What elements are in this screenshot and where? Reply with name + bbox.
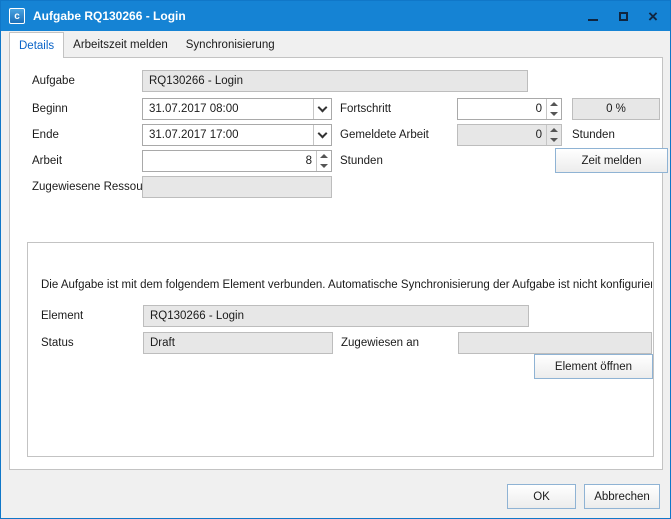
arbeit-value: 8 — [147, 151, 312, 171]
fortschritt-spinner-buttons — [546, 99, 561, 119]
arrow-up-icon — [550, 102, 558, 106]
ende-label: Ende — [32, 124, 59, 146]
tab-details[interactable]: Details — [9, 32, 64, 58]
task-dialog: c Aufgabe RQ130266 - Login × Details Arb… — [0, 0, 671, 519]
ende-dropdown-button[interactable] — [313, 125, 331, 145]
spinner-up-button[interactable] — [547, 99, 561, 109]
tab-arbeitszeit-melden[interactable]: Arbeitszeit melden — [64, 32, 177, 58]
ok-button[interactable]: OK — [507, 484, 576, 509]
arrow-up-icon — [320, 154, 328, 158]
gemeldete-arbeit-spinner-buttons — [546, 125, 561, 145]
gemeldete-arbeit-unit-label: Stunden — [572, 124, 615, 146]
spinner-down-button[interactable] — [317, 161, 331, 171]
aufgabe-label: Aufgabe — [32, 70, 75, 92]
maximize-button[interactable] — [608, 1, 638, 31]
arrow-up-icon — [550, 128, 558, 132]
zugewiesene-ressource-label: Zugewiesene Ressource — [32, 176, 159, 198]
spinner-down-button — [547, 135, 561, 145]
chevron-down-icon — [318, 128, 328, 138]
zugewiesen-an-label: Zugewiesen an — [341, 332, 419, 354]
element-label: Element — [41, 305, 83, 327]
close-icon: × — [648, 8, 658, 25]
gemeldete-arbeit-value: 0 — [462, 125, 542, 145]
app-icon: c — [9, 8, 25, 24]
window-controls: × — [578, 1, 668, 31]
minimize-button[interactable] — [578, 1, 608, 31]
minimize-icon — [588, 19, 598, 21]
zugewiesen-an-field — [458, 332, 652, 354]
tabbar: Details Arbeitszeit melden Synchronisier… — [9, 32, 284, 58]
details-panel: Aufgabe RQ130266 - Login Beginn 31.07.20… — [9, 57, 663, 470]
fortschritt-label: Fortschritt — [340, 98, 391, 120]
element-field: RQ130266 - Login — [143, 305, 529, 327]
arbeit-unit-label: Stunden — [340, 150, 383, 172]
beginn-label: Beginn — [32, 98, 68, 120]
aufgabe-field: RQ130266 - Login — [142, 70, 528, 92]
ende-datepicker[interactable]: 31.07.2017 17:00 — [142, 124, 332, 146]
spinner-up-button — [547, 125, 561, 135]
gemeldete-arbeit-label: Gemeldete Arbeit — [340, 124, 429, 146]
tab-synchronisierung[interactable]: Synchronisierung — [177, 32, 284, 58]
fortschritt-value: 0 — [462, 99, 542, 119]
sync-groupbox: Die Aufgabe ist mit dem folgendem Elemen… — [27, 242, 654, 457]
chevron-down-icon — [318, 102, 328, 112]
zeit-melden-button[interactable]: Zeit melden — [555, 148, 668, 173]
fortschritt-percent-field: 0 % — [572, 98, 660, 120]
arrow-down-icon — [550, 112, 558, 116]
beginn-dropdown-button[interactable] — [313, 99, 331, 119]
arrow-down-icon — [550, 138, 558, 142]
close-button[interactable]: × — [638, 1, 668, 31]
zugewiesene-ressource-field — [142, 176, 332, 198]
titlebar[interactable]: c Aufgabe RQ130266 - Login × — [1, 1, 670, 31]
spinner-down-button[interactable] — [547, 109, 561, 119]
maximize-icon — [619, 12, 628, 21]
window-title: Aufgabe RQ130266 - Login — [33, 9, 186, 23]
gemeldete-arbeit-spinner: 0 — [457, 124, 562, 146]
cancel-button[interactable]: Abbrechen — [584, 484, 660, 509]
spinner-up-button[interactable] — [317, 151, 331, 161]
status-label: Status — [41, 332, 74, 354]
status-field: Draft — [143, 332, 333, 354]
arbeit-label: Arbeit — [32, 150, 62, 172]
sync-info-text: Die Aufgabe ist mit dem folgendem Elemen… — [41, 279, 652, 291]
element-oeffnen-button[interactable]: Element öffnen — [534, 354, 653, 379]
arbeit-spinner[interactable]: 8 — [142, 150, 332, 172]
beginn-value: 31.07.2017 08:00 — [149, 99, 311, 119]
fortschritt-spinner[interactable]: 0 — [457, 98, 562, 120]
beginn-datepicker[interactable]: 31.07.2017 08:00 — [142, 98, 332, 120]
arrow-down-icon — [320, 164, 328, 168]
ende-value: 31.07.2017 17:00 — [149, 125, 311, 145]
arbeit-spinner-buttons — [316, 151, 331, 171]
